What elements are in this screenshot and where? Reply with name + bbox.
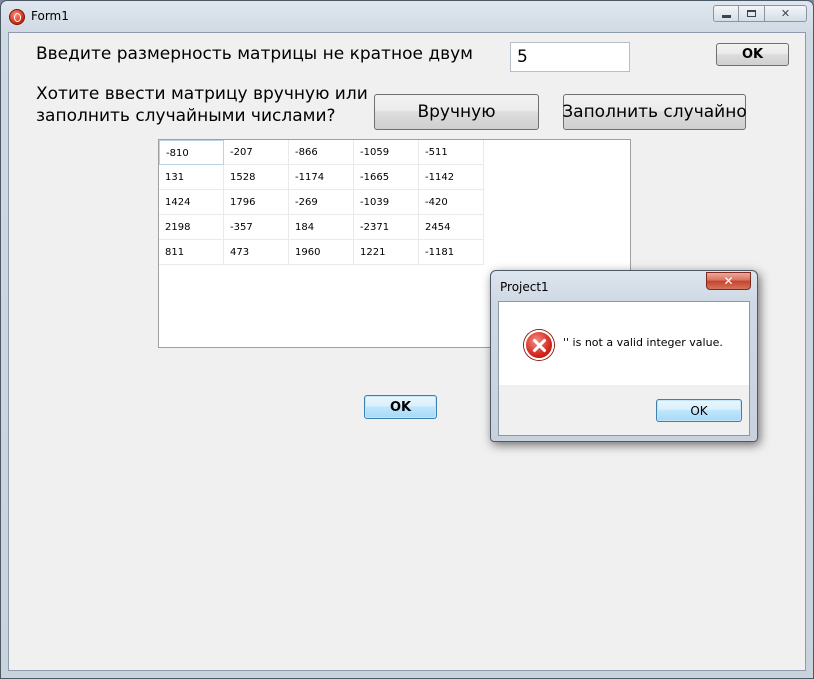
grid-cell[interactable]: -1174 [289,165,354,190]
dialog-close-button[interactable]: ✕ [706,272,751,290]
grid-row: 2198 -357 184 -2371 2454 [159,215,630,240]
grid-cell[interactable]: -1181 [419,240,484,265]
size-ok-button[interactable]: OK [716,43,789,66]
grid-cell[interactable]: 1796 [224,190,289,215]
matrix-size-label: Введите размерность матрицы не кратное д… [36,44,473,64]
error-dialog: Project1 ✕ '' is not a valid integer val… [490,270,758,442]
grid-row: 1424 1796 -269 -1039 -420 [159,190,630,215]
random-fill-button[interactable]: Заполнить случайно [562,94,747,130]
question-label-line1: Хотите ввести матрицу вручную или [36,84,368,104]
dialog-title: Project1 [500,280,549,294]
grid-cell[interactable]: 1424 [159,190,224,215]
grid-cell[interactable]: -1059 [354,140,419,165]
dialog-message: '' is not a valid integer value. [563,336,723,349]
grid-cell[interactable]: -810 [159,140,224,165]
close-icon: ✕ [723,274,734,288]
grid-cell[interactable]: -269 [289,190,354,215]
dialog-message-area: '' is not a valid integer value. [499,302,749,385]
error-icon [524,330,554,360]
minimize-button[interactable] [713,5,739,22]
grid-row: 131 1528 -1174 -1665 -1142 [159,165,630,190]
dialog-ok-button[interactable]: OK [656,399,742,422]
grid-cell[interactable]: -420 [419,190,484,215]
grid-cell[interactable]: -1039 [354,190,419,215]
grid-cell[interactable]: -1665 [354,165,419,190]
maximize-button[interactable] [739,5,765,22]
grid-row: -810 -207 -866 -1059 -511 [159,140,630,165]
grid-cell[interactable]: 131 [159,165,224,190]
manual-input-button[interactable]: Вручную [374,94,539,130]
grid-cell[interactable]: -1142 [419,165,484,190]
maximize-icon [747,10,756,17]
grid-cell[interactable]: -2371 [354,215,419,240]
grid-cell[interactable]: -511 [419,140,484,165]
grid-row: 811 473 1960 1221 -1181 [159,240,630,265]
dialog-body: '' is not a valid integer value. OK [498,301,750,436]
question-label-line2: заполнить случайными числами? [36,106,336,126]
grid-cell[interactable]: 1221 [354,240,419,265]
window-title: Form1 [31,9,69,23]
title-bar[interactable]: Form1 ✕ [1,1,813,33]
grid-cell[interactable]: 2454 [419,215,484,240]
grid-cell[interactable]: -207 [224,140,289,165]
minimize-icon [721,15,731,18]
matrix-size-input[interactable]: 5 [510,42,630,72]
grid-cell[interactable]: 1528 [224,165,289,190]
grid-cell[interactable]: 473 [224,240,289,265]
grid-cell[interactable]: 2198 [159,215,224,240]
grid-cell[interactable]: 1960 [289,240,354,265]
close-icon: ✕ [780,7,791,20]
grid-cell[interactable]: 811 [159,240,224,265]
bottom-ok-button[interactable]: OK [364,395,437,419]
app-icon[interactable] [9,9,25,25]
grid-cell[interactable]: -866 [289,140,354,165]
grid-cell[interactable]: -357 [224,215,289,240]
close-button[interactable]: ✕ [765,5,807,22]
grid-cell[interactable]: 184 [289,215,354,240]
caption-buttons: ✕ [713,5,807,23]
